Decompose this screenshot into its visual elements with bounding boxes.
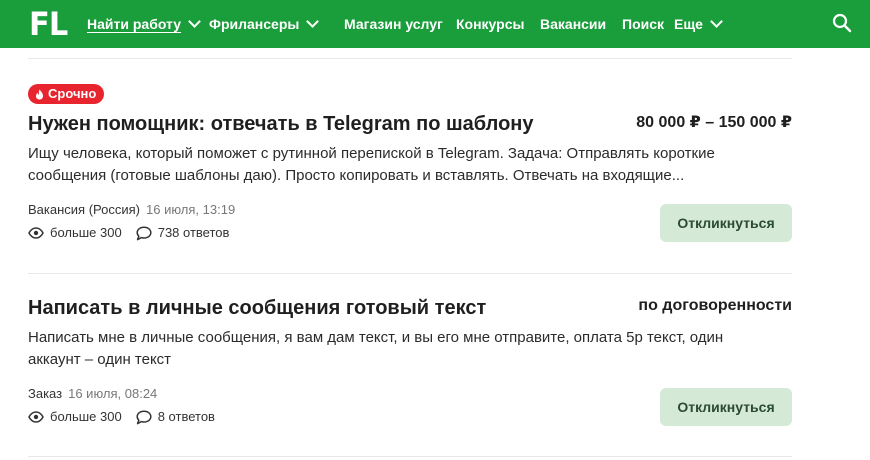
fl-logo[interactable]: FL: [29, 7, 68, 41]
eye-icon: [28, 411, 44, 423]
nav-more-label: Еще: [674, 16, 703, 32]
answers-count: 738 ответов: [157, 225, 230, 240]
nav-contests[interactable]: Конкурсы: [456, 15, 524, 33]
reply-button[interactable]: Откликнуться: [660, 204, 792, 242]
nav-freelancers-label: Фрилансеры: [209, 16, 300, 32]
nav-freelancers[interactable]: Фрилансеры: [209, 15, 320, 33]
views-count: больше 300: [50, 225, 122, 240]
nav-services-shop[interactable]: Магазин услуг: [344, 15, 443, 33]
project-type: Вакансия (Россия): [28, 202, 140, 217]
nav-services-shop-label: Магазин услуг: [344, 16, 443, 32]
nav-search-label: Поиск: [622, 16, 665, 32]
divider: [28, 58, 792, 59]
project-meta: Вакансия (Россия) 16 июля, 13:19: [28, 202, 235, 218]
urgent-badge-label: Срочно: [48, 86, 97, 101]
chevron-down-icon: [306, 15, 320, 28]
nav-search[interactable]: Поиск: [622, 15, 664, 33]
nav-more[interactable]: Еще: [674, 15, 723, 33]
project-title[interactable]: Написать в личные сообщения готовый текс…: [28, 296, 486, 320]
top-navbar: FL Найти работу Фрилансеры Магазин услуг…: [0, 0, 870, 48]
flame-icon: [36, 89, 43, 99]
chevron-down-icon: [710, 15, 723, 28]
answers-count: 8 ответов: [157, 409, 215, 424]
divider: [28, 273, 792, 274]
project-stats: больше 300 8 ответов: [28, 409, 215, 425]
project-price: по договоренности: [638, 297, 792, 314]
nav-contests-label: Конкурсы: [456, 16, 525, 32]
comment-icon: [136, 409, 152, 424]
project-type: Заказ: [28, 386, 63, 401]
comment-icon: [136, 225, 152, 240]
reply-button[interactable]: Откликнуться: [660, 388, 792, 426]
project-description: Написать мне в личные сообщения, я вам д…: [28, 329, 724, 368]
project-date: 16 июля, 13:19: [146, 202, 236, 217]
project-title[interactable]: Нужен помощник: отвечать в Telegram по ш…: [28, 112, 534, 136]
nav-find-work-label: Найти работу: [87, 16, 182, 32]
nav-vacancies[interactable]: Вакансии: [540, 15, 606, 33]
project-price: 80 000 ₽ – 150 000 ₽: [636, 114, 792, 131]
views-count: больше 300: [50, 409, 122, 424]
search-icon[interactable]: [832, 13, 852, 33]
project-meta: Заказ 16 июля, 08:24: [28, 386, 157, 402]
eye-icon: [28, 227, 44, 239]
project-date: 16 июля, 08:24: [68, 386, 158, 401]
chevron-down-icon: [188, 15, 201, 28]
urgent-badge: Срочно: [28, 84, 105, 104]
divider: [28, 456, 792, 457]
nav-find-work[interactable]: Найти работу: [87, 15, 201, 33]
project-stats: больше 300 738 ответов: [28, 225, 229, 241]
project-description: Ищу человека, который поможет с рутинной…: [28, 145, 715, 184]
nav-vacancies-label: Вакансии: [540, 16, 607, 32]
